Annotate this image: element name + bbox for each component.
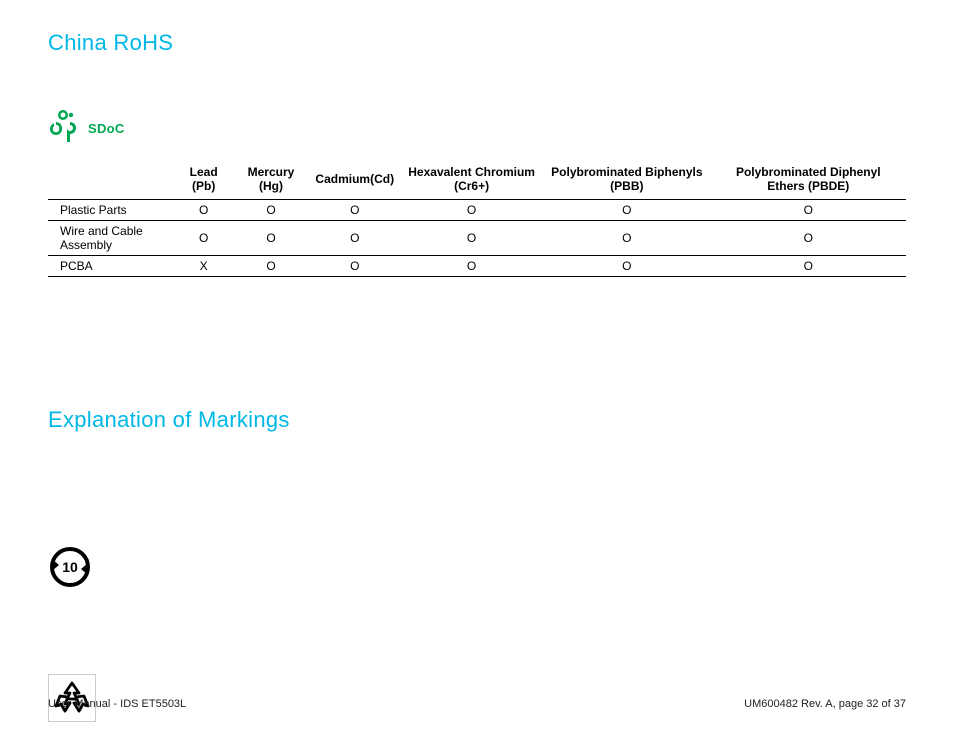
th-lead: Lead (Pb) <box>175 161 233 200</box>
footer-right: UM600482 Rev. A, page 32 of 37 <box>744 698 906 710</box>
cell: X <box>175 256 233 277</box>
cell: O <box>543 221 710 256</box>
th-mercury: Mercury (Hg) <box>233 161 310 200</box>
cell: O <box>309 221 400 256</box>
th-pbb: Polybrominated Biphenyls (PBB) <box>543 161 710 200</box>
sdoc-icon <box>48 108 82 149</box>
cell: O <box>711 221 906 256</box>
th-pbde: Polybrominated Diphenyl Ethers (PBDE) <box>711 161 906 200</box>
rohs-table: Lead (Pb) Mercury (Hg) Cadmium(Cd) Hexav… <box>48 161 906 277</box>
table-row: Plastic Parts O O O O O O <box>48 200 906 221</box>
th-cadmium: Cadmium(Cd) <box>309 161 400 200</box>
footer-left: User Manual - IDS ET5503L <box>48 698 186 710</box>
cell: O <box>175 200 233 221</box>
row-name: Plastic Parts <box>48 200 175 221</box>
heading-china-rohs: China RoHS <box>48 30 906 56</box>
th-empty <box>48 161 175 200</box>
sdoc-label: SDoC <box>88 121 125 136</box>
heading-explanation: Explanation of Markings <box>48 407 906 433</box>
table-row: Wire and Cable Assembly O O O O O O <box>48 221 906 256</box>
cell: O <box>711 256 906 277</box>
cell: O <box>711 200 906 221</box>
row-name: Wire and Cable Assembly <box>48 221 175 256</box>
cell: O <box>175 221 233 256</box>
epup-value: 10 <box>62 559 78 575</box>
cell: O <box>233 221 310 256</box>
cell: O <box>309 256 400 277</box>
cell: O <box>233 256 310 277</box>
cell: O <box>400 256 543 277</box>
row-name: PCBA <box>48 256 175 277</box>
epup-marking: 10 <box>48 545 906 594</box>
table-row: PCBA X O O O O O <box>48 256 906 277</box>
th-cr6: Hexavalent Chromium (Cr6+) <box>400 161 543 200</box>
cell: O <box>400 221 543 256</box>
cell: O <box>233 200 310 221</box>
cell: O <box>400 200 543 221</box>
cell: O <box>309 200 400 221</box>
cell: O <box>543 200 710 221</box>
sdoc-logo-block: SDoC <box>48 108 906 149</box>
cell: O <box>543 256 710 277</box>
